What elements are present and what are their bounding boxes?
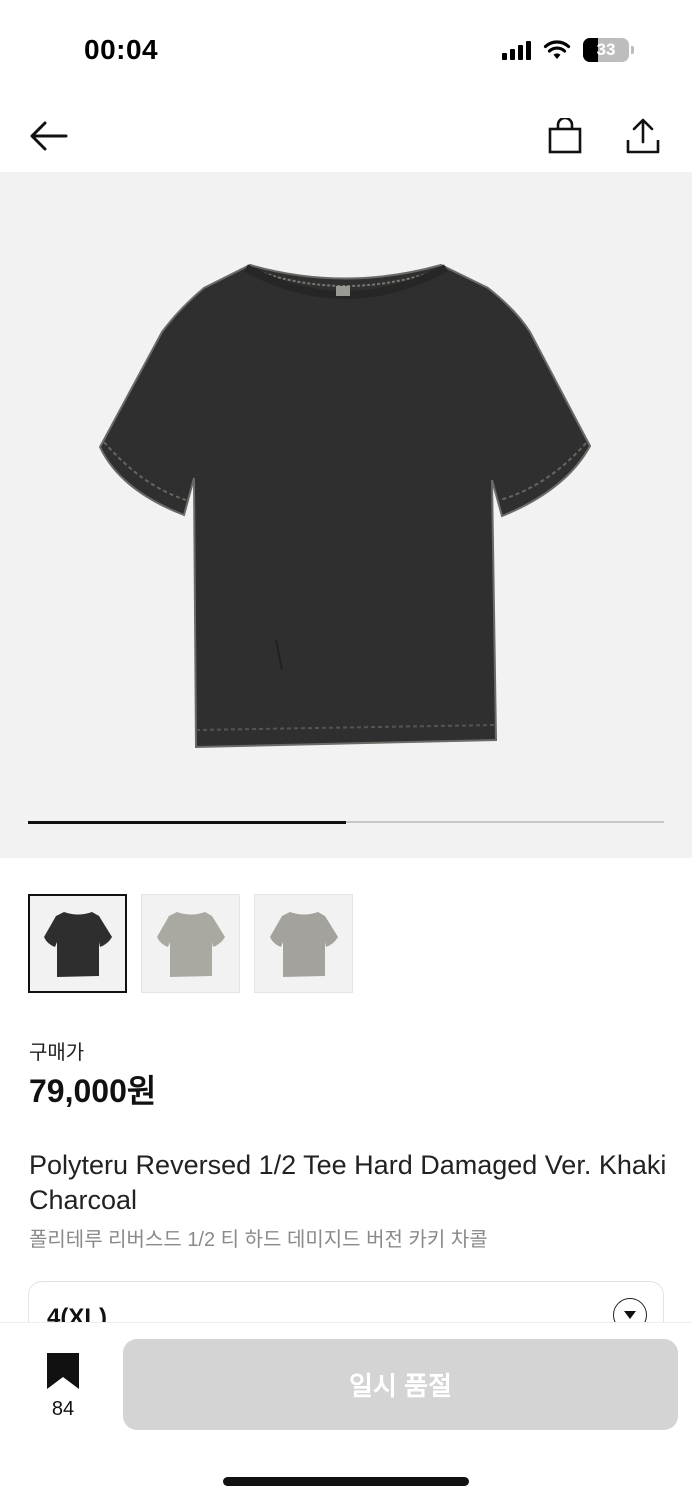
tee-thumbnail-icon xyxy=(156,911,225,977)
price-value: 79,000원 xyxy=(29,1073,157,1109)
bookmark-icon xyxy=(47,1353,79,1389)
home-indicator xyxy=(223,1477,469,1486)
wishlist-count: 84 xyxy=(51,1398,75,1420)
status-icons: 33 xyxy=(502,38,634,62)
share-button[interactable] xyxy=(619,112,667,160)
cart-button[interactable] xyxy=(541,112,589,160)
top-nav xyxy=(0,100,692,172)
gallery-progress-fill xyxy=(28,820,346,824)
wishlist-button[interactable]: 84 xyxy=(40,1353,86,1421)
tee-thumbnail-icon xyxy=(43,911,112,977)
wifi-icon xyxy=(543,40,571,59)
thumbnail-strip xyxy=(28,894,353,993)
thumbnail-charcoal[interactable] xyxy=(28,894,127,993)
battery-icon: 33 xyxy=(583,38,629,62)
soldout-button[interactable]: 일시 품절 xyxy=(123,1339,678,1430)
product-gallery[interactable] xyxy=(0,172,692,858)
battery-level: 33 xyxy=(596,40,616,59)
product-title-en: Polyteru Reversed 1/2 Tee Hard Damaged V… xyxy=(29,1150,667,1215)
status-time: 00:04 xyxy=(84,34,159,65)
back-arrow-icon xyxy=(30,121,68,151)
thumbnail-gray-2[interactable] xyxy=(254,894,353,993)
status-bar: 00:04 33 xyxy=(0,0,692,100)
bottom-action-bar: 84 일시 품절 xyxy=(0,1322,692,1500)
back-button[interactable] xyxy=(24,112,72,160)
gallery-progress xyxy=(28,820,664,824)
share-icon xyxy=(626,118,660,154)
shopping-bag-icon xyxy=(548,118,582,154)
product-image xyxy=(98,263,592,749)
thumbnail-gray-1[interactable] xyxy=(141,894,240,993)
product-title-ko: 폴리테루 리버스드 1/2 티 하드 데미지드 버전 카키 차콜 xyxy=(29,1229,488,1251)
tee-thumbnail-icon xyxy=(269,911,338,977)
signal-icon xyxy=(502,40,531,60)
battery-tip xyxy=(631,46,634,54)
price-label: 구매가 xyxy=(29,1042,85,1064)
